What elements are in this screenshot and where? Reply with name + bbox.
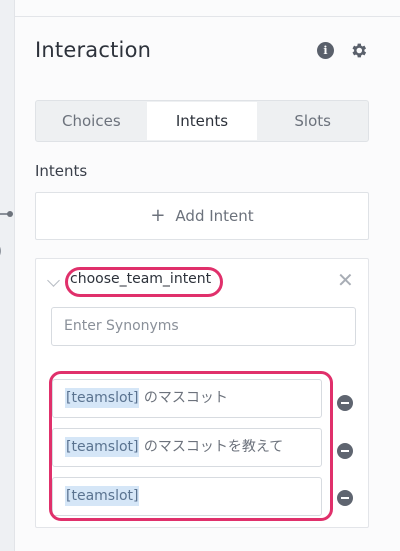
remove-utterance-button[interactable] — [337, 443, 353, 459]
intents-section-label: Intents — [35, 162, 88, 180]
info-icon[interactable]: i — [317, 42, 334, 59]
gear-icon[interactable] — [349, 41, 368, 60]
canvas-connector-dot[interactable] — [7, 211, 13, 217]
canvas-node-fragment: ) — [0, 244, 2, 259]
synonyms-input[interactable]: Enter Synonyms — [51, 307, 356, 346]
tab-intents[interactable]: Intents — [146, 102, 258, 140]
tab-choices[interactable]: Choices — [36, 101, 147, 141]
panel-title: Interaction — [35, 38, 152, 62]
chevron-down-icon[interactable] — [47, 274, 60, 287]
add-intent-button[interactable]: + Add Intent — [35, 192, 369, 240]
panel-divider — [15, 16, 400, 17]
intent-name-highlight — [65, 267, 223, 297]
utterances-highlight — [49, 371, 333, 521]
close-icon[interactable]: ✕ — [337, 268, 354, 292]
plus-icon: + — [150, 205, 166, 226]
intent-card: choose_team_intent ✕ Enter Synonyms [tea… — [35, 258, 369, 528]
add-intent-label: Add Intent — [175, 207, 254, 225]
interaction-panel: Interaction i Choices Intents Slots Inte… — [14, 0, 400, 551]
tab-slots[interactable]: Slots — [257, 101, 368, 141]
canvas-edge — [0, 0, 14, 551]
interaction-tabs: Choices Intents Slots — [35, 100, 369, 142]
remove-utterance-button[interactable] — [337, 395, 353, 411]
remove-utterance-button[interactable] — [337, 490, 353, 506]
